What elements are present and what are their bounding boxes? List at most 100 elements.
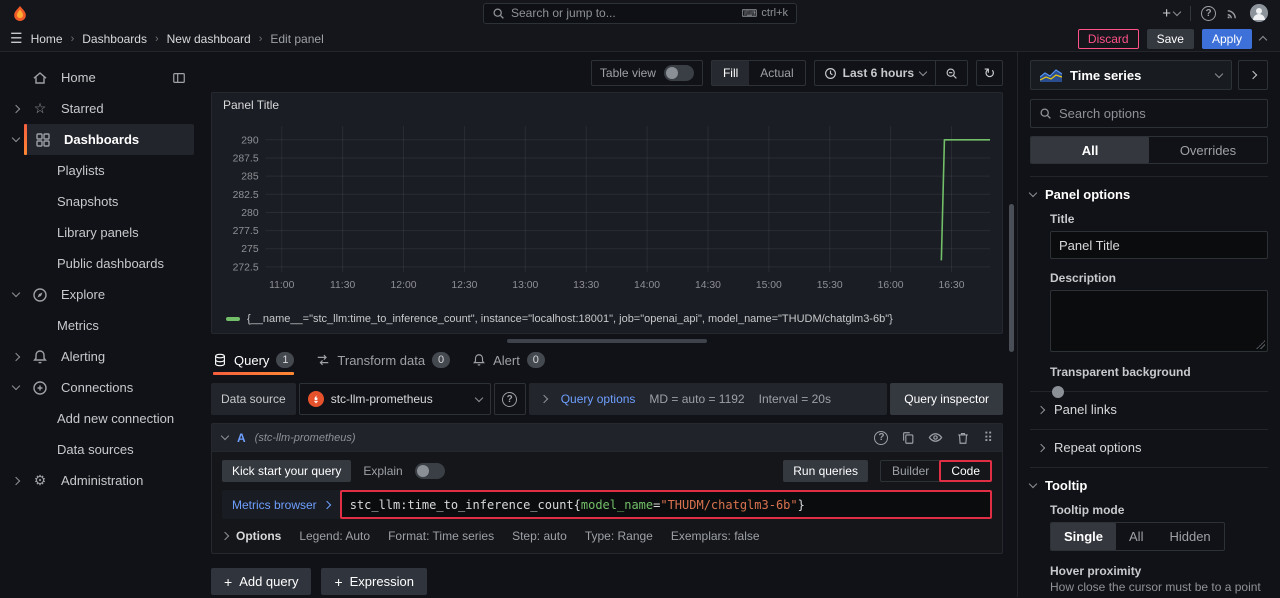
tooltip-mode-label: Tooltip mode	[1050, 503, 1268, 517]
repeat-options-collapse[interactable]: Repeat options	[1030, 429, 1268, 455]
time-range-picker[interactable]: Last 6 hours	[815, 61, 935, 85]
query-options-link[interactable]: Query options	[561, 392, 636, 406]
exemplars-option-summary: Exemplars: false	[671, 529, 760, 543]
run-queries-button[interactable]: Run queries	[783, 460, 868, 482]
global-search[interactable]: ⌨ ctrl+k	[483, 3, 797, 24]
options-label: Options	[236, 529, 281, 543]
pane-resize-handle[interactable]	[507, 339, 707, 343]
sidebar-item-home[interactable]: Home	[0, 62, 200, 93]
tooltip-mode-all[interactable]: All	[1116, 523, 1156, 550]
clock-icon	[824, 67, 837, 80]
query-inspector-button[interactable]: Query inspector	[890, 383, 1003, 415]
sidebar-item-connections[interactable]: Connections	[0, 372, 200, 403]
duplicate-icon[interactable]	[901, 431, 915, 445]
user-avatar[interactable]	[1250, 4, 1268, 22]
trash-icon[interactable]	[956, 431, 970, 445]
chart-legend: {__name__="stc_llm:time_to_inference_cou…	[220, 313, 994, 325]
datasource-help-button[interactable]: ?	[494, 383, 526, 415]
breadcrumb-home[interactable]: Home	[31, 32, 63, 46]
news-icon[interactable]	[1226, 6, 1240, 20]
eye-icon[interactable]	[928, 430, 943, 445]
explain-toggle[interactable]	[415, 463, 445, 479]
options-search-input[interactable]	[1059, 106, 1259, 121]
actual-option[interactable]: Actual	[749, 61, 804, 85]
datasource-select[interactable]: stc-llm-prometheus	[299, 383, 491, 415]
tab-query[interactable]: Query 1	[213, 345, 294, 375]
fill-option[interactable]: Fill	[712, 61, 749, 85]
breadcrumb-new-dashboard[interactable]: New dashboard	[167, 32, 251, 46]
sidebar-item-playlists[interactable]: Playlists	[0, 155, 200, 186]
code-mode-button[interactable]: Code	[939, 460, 992, 482]
panel-options-header[interactable]: Panel options	[1030, 187, 1268, 202]
visualization-picker[interactable]: Time series	[1030, 60, 1232, 90]
builder-mode-button[interactable]: Builder	[881, 461, 940, 481]
panel-preview[interactable]: Panel Title 272.5275277.5280282.5285287.…	[211, 92, 1003, 334]
zoom-out-button[interactable]	[935, 61, 967, 85]
sidebar-item-public-dashboards[interactable]: Public dashboards	[0, 248, 200, 279]
add-new-button[interactable]: +	[1162, 5, 1180, 22]
chevron-right-icon	[1249, 71, 1257, 79]
options-search[interactable]	[1030, 99, 1268, 128]
sidebar-item-data-sources[interactable]: Data sources	[0, 434, 200, 465]
apply-button[interactable]: Apply	[1202, 29, 1252, 49]
resize-corner-icon[interactable]	[1256, 340, 1265, 349]
home-icon	[32, 70, 48, 86]
query-row-header[interactable]: A (stc-llm-prometheus) ? ⠿	[212, 424, 1002, 452]
drag-handle-icon[interactable]: ⠿	[983, 430, 992, 446]
sidebar-item-label: Snapshots	[57, 194, 118, 209]
global-search-input[interactable]	[511, 6, 736, 20]
query-help-icon[interactable]: ?	[874, 431, 888, 445]
promql-label-value: "THUDM/chatglm3-6b"	[660, 498, 797, 512]
tab-transform-data[interactable]: Transform data 0	[316, 345, 450, 375]
panel-links-label: Panel links	[1054, 402, 1117, 417]
toggle-viz-suggestions-button[interactable]	[1238, 60, 1268, 90]
scrollbar-thumb[interactable]	[1009, 204, 1014, 352]
panel-description-textarea[interactable]	[1050, 290, 1268, 352]
mega-menu-toggle[interactable]: ☰	[10, 30, 23, 47]
breadcrumb-dashboards[interactable]: Dashboards	[82, 32, 147, 46]
sidebar-item-alerting[interactable]: Alerting	[0, 341, 200, 372]
tab-all-options[interactable]: All	[1031, 137, 1149, 163]
svg-text:13:30: 13:30	[573, 280, 599, 291]
promql-code-input[interactable]: stc_llm:time_to_inference_count{model_na…	[340, 490, 992, 519]
sidebar-item-label: Alerting	[61, 349, 105, 364]
dock-menu-icon[interactable]	[172, 71, 186, 85]
grafana-logo-icon[interactable]	[12, 5, 28, 21]
chevron-down-icon	[474, 393, 482, 401]
legend-series-label[interactable]: {__name__="stc_llm:time_to_inference_cou…	[247, 313, 893, 325]
help-icon[interactable]: ?	[1201, 6, 1216, 21]
panel-links-collapse[interactable]: Panel links	[1030, 391, 1268, 417]
collapse-pane-icon[interactable]	[1259, 36, 1267, 44]
discard-button[interactable]: Discard	[1078, 29, 1139, 49]
add-query-button[interactable]: +Add query	[211, 568, 311, 595]
sidebar-item-starred[interactable]: ☆ Starred	[0, 93, 200, 124]
add-expression-button[interactable]: +Expression	[321, 568, 427, 595]
tab-alert[interactable]: Alert 0	[472, 345, 545, 375]
table-view-toggle[interactable]	[664, 65, 694, 81]
options-filter-tabs: All Overrides	[1030, 136, 1268, 164]
sidebar-item-administration[interactable]: ⚙ Administration	[0, 465, 200, 496]
sidebar-item-dashboards[interactable]: Dashboards	[0, 124, 200, 155]
kick-start-query-button[interactable]: Kick start your query	[222, 460, 351, 482]
dashboards-icon	[35, 132, 51, 148]
svg-text:11:30: 11:30	[330, 280, 355, 291]
time-series-viz-icon	[1040, 68, 1062, 82]
tab-overrides[interactable]: Overrides	[1149, 137, 1267, 163]
panel-title-input[interactable]	[1050, 231, 1268, 259]
tab-count-badge: 0	[527, 352, 545, 368]
query-options-collapse[interactable]: Options	[222, 529, 281, 543]
sidebar-item-metrics[interactable]: Metrics	[0, 310, 200, 341]
sidebar-item-explore[interactable]: Explore	[0, 279, 200, 310]
tooltip-header[interactable]: Tooltip	[1030, 478, 1268, 493]
sidebar-item-add-new-connection[interactable]: Add new connection	[0, 403, 200, 434]
tooltip-mode-single[interactable]: Single	[1051, 523, 1116, 550]
tooltip-mode-hidden[interactable]: Hidden	[1156, 523, 1223, 550]
refresh-button[interactable]: ↻	[976, 60, 1003, 86]
sidebar-item-snapshots[interactable]: Snapshots	[0, 186, 200, 217]
chevron-right-icon	[1037, 443, 1045, 451]
metrics-browser-link[interactable]: Metrics browser	[222, 490, 340, 519]
sidebar-item-library-panels[interactable]: Library panels	[0, 217, 200, 248]
divider	[1190, 6, 1191, 21]
save-button[interactable]: Save	[1147, 29, 1194, 49]
hover-proximity-description: How close the cursor must be to a point …	[1050, 579, 1268, 597]
